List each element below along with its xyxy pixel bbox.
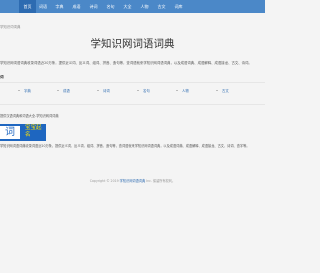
page-title: 学知识网词语词典 [90,38,175,50]
bullet-icon: • [137,89,139,93]
category-label[interactable]: 人物 [182,89,189,93]
nav-item-idioms[interactable]: 成语 [69,0,84,13]
nav-item-people[interactable]: 人物 [137,0,152,13]
section-divider [0,82,265,83]
category-item[interactable]: • 人物 [176,88,189,93]
logo-left-text: 词 [0,126,20,139]
footer: Copyright © 2019 学知识网词语词典 Inc. 保留所有权利。 [0,178,265,183]
category-item[interactable]: • 名句 [137,88,150,93]
section-divider [0,104,265,105]
bullet-icon: • [57,89,59,93]
bullet-icon: • [216,89,218,93]
nav-item-word-bank[interactable]: 词库 [171,0,186,13]
nav-item-home[interactable]: 首页 [19,0,36,13]
intro-text: 学知识网词语词典收录词语近20万条，提供近义词、反义词、组词、拼音、造句等，查词… [0,61,252,65]
category-label[interactable]: 古文 [222,89,229,93]
category-item[interactable]: • 古文 [216,88,229,93]
footer-rights: Inc. 保留所有权利。 [146,179,176,183]
nav-item-classical-texts[interactable]: 古文 [154,0,169,13]
category-label[interactable]: 成语 [63,89,70,93]
breadcrumb[interactable]: 学知识词词典 [0,24,20,29]
footer-site-link[interactable]: 学知识网词语词典 [120,179,146,183]
category-label[interactable]: 字典 [24,89,31,93]
nav-item-dictionary[interactable]: 字典 [52,0,67,13]
site-logo[interactable]: 词 宝宝起名 [0,124,46,141]
category-item[interactable]: • 成语 [57,88,70,93]
bullet-icon: • [18,89,20,93]
section-heading: 词 [0,75,4,79]
nav-item-quotes[interactable]: 名句 [103,0,118,13]
category-label[interactable]: 名句 [143,89,150,93]
logo-right-text: 宝宝起名 [25,125,42,138]
category-label[interactable]: 诗词 [103,89,110,93]
sub-heading: 提供汉语词典和词语大全-学知识网词词典 [0,114,59,118]
bullet-icon: • [97,89,99,93]
top-navigation-bar: 首页 词语 字典 成语 诗词 名句 大全 人物 古文 词库 [0,0,265,13]
category-item[interactable]: • 字典 [18,88,31,93]
site-description: 学知识网词语词典收录词语近20万条，提供近义词、反义词、组词、拼音、造句等，查词… [0,144,250,148]
category-item[interactable]: • 诗词 [97,88,110,93]
footer-copyright: Copyright © 2019 [89,179,119,183]
nav-item-words[interactable]: 词语 [36,0,50,13]
bullet-icon: • [176,89,178,93]
nav-item-poems[interactable]: 诗词 [86,0,101,13]
nav-item-collection[interactable]: 大全 [120,0,135,13]
